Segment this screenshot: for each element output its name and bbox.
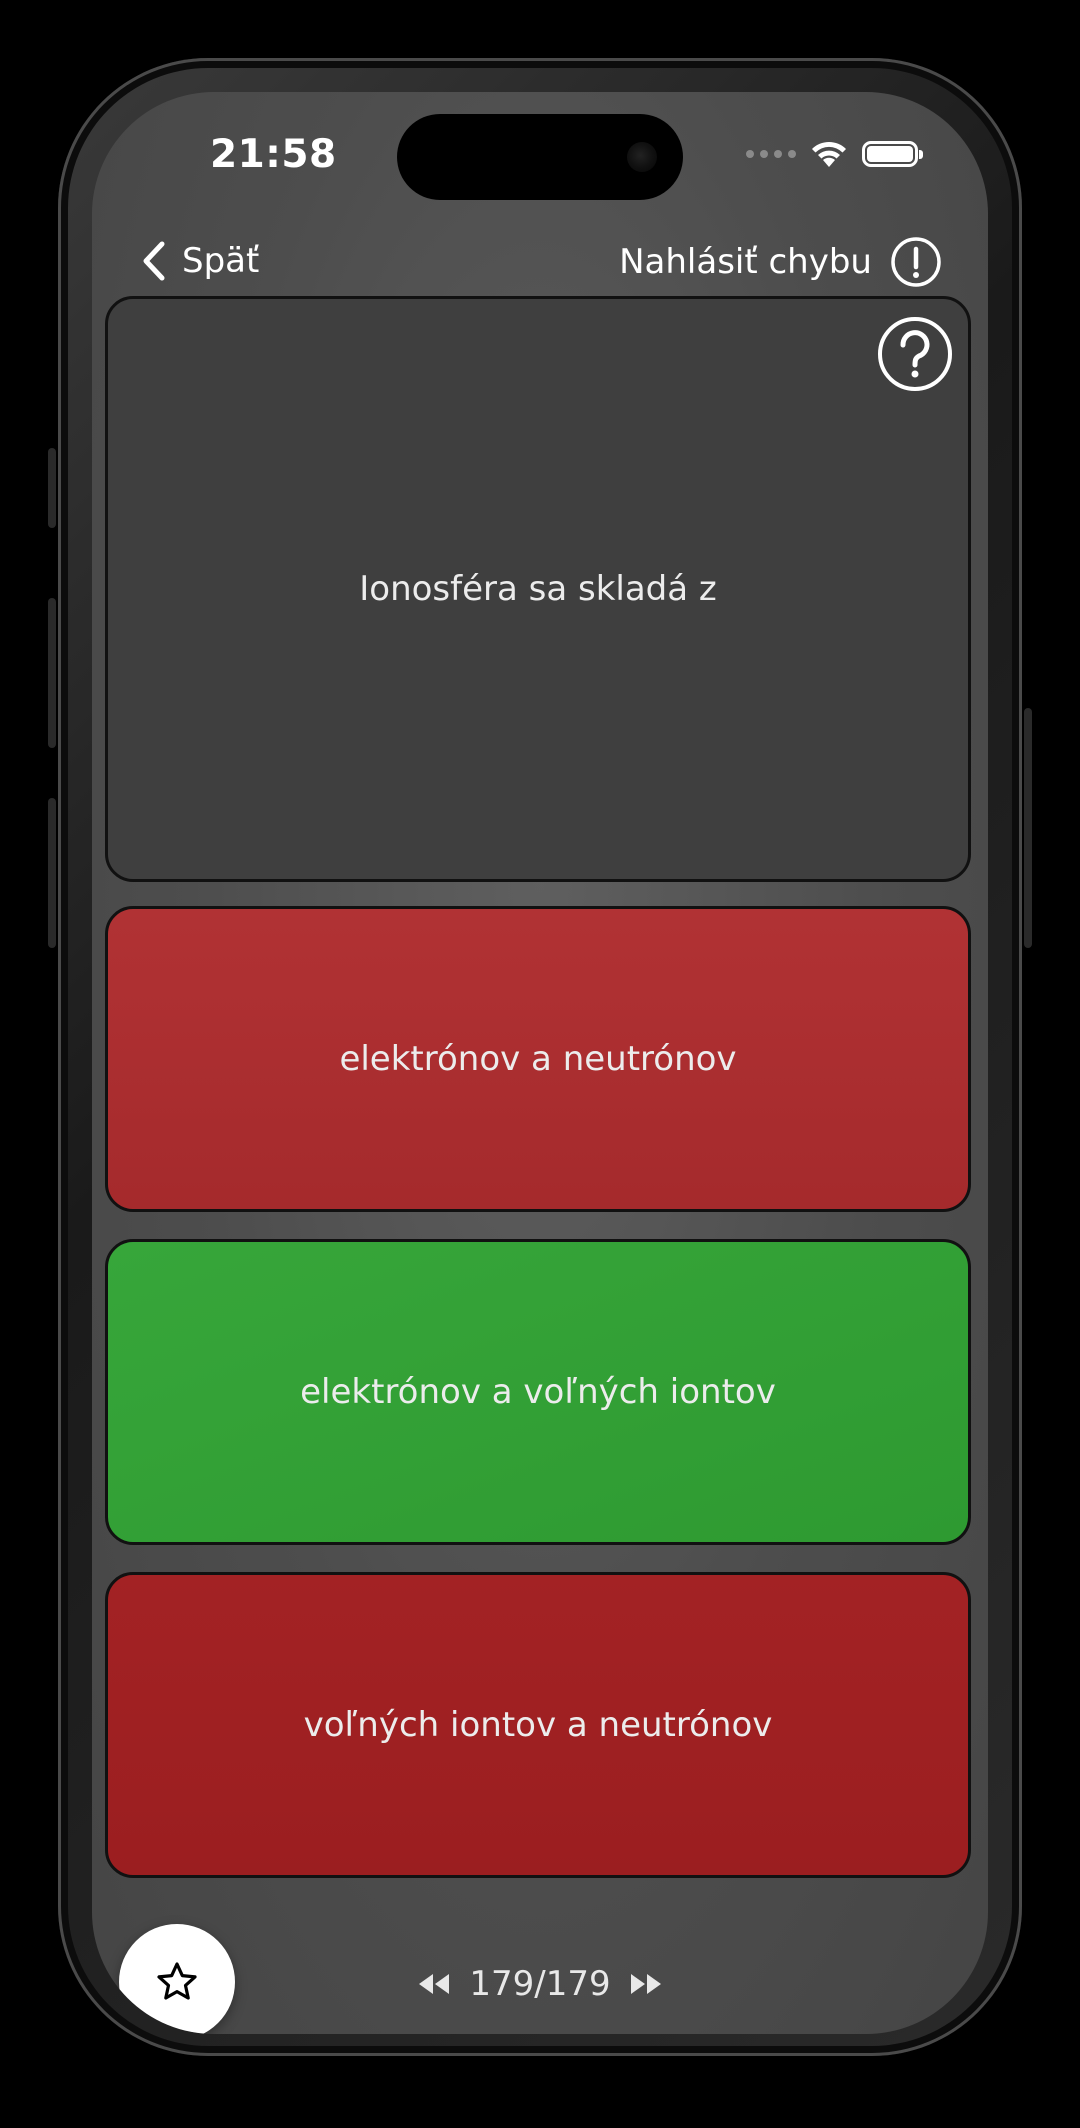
battery-icon [862, 141, 923, 167]
power-button [1024, 708, 1032, 948]
answer-option-2[interactable]: elektrónov a voľných iontov [105, 1239, 971, 1545]
footer-bar: 179/179 [92, 1892, 988, 2034]
question-circle-icon [878, 317, 952, 391]
question-text: Ionosféra sa skladá z [359, 569, 717, 609]
answer-option-3[interactable]: voľných iontov a neutrónov [105, 1572, 971, 1878]
answer-option-1[interactable]: elektrónov a neutrónov [105, 906, 971, 1212]
rewind-icon [419, 1974, 450, 1994]
help-button[interactable] [876, 315, 954, 402]
volume-up-button [48, 598, 56, 748]
status-indicators [746, 136, 923, 172]
back-label: Späť [182, 241, 260, 281]
fast-forward-icon [630, 1974, 661, 1994]
back-button[interactable]: Späť [142, 240, 259, 282]
next-button[interactable] [629, 1972, 663, 1996]
previous-button[interactable] [417, 1972, 451, 1996]
report-error-button[interactable]: Nahlásiť chybu [619, 236, 942, 288]
page-counter: 179/179 [469, 1964, 611, 2004]
chevron-left-icon [143, 241, 165, 281]
cellular-signal-icon [746, 150, 796, 158]
volume-down-button [48, 798, 56, 948]
answer-text: voľných iontov a neutrónov [303, 1705, 773, 1745]
answer-text: elektrónov a neutrónov [339, 1039, 737, 1079]
camera-icon [627, 142, 657, 172]
action-button [48, 448, 56, 528]
answer-text: elektrónov a voľných iontov [300, 1372, 776, 1412]
report-error-label: Nahlásiť chybu [619, 242, 872, 282]
pager: 179/179 [92, 1964, 988, 2004]
app-screen: 21:58 Späť Nahlásiť chybu Ionosféra sa s… [92, 92, 988, 2034]
wifi-icon [812, 141, 846, 167]
status-time: 21:58 [210, 132, 337, 177]
question-card: Ionosféra sa skladá z [105, 296, 971, 882]
exclamation-circle-icon [891, 237, 941, 287]
dynamic-island [397, 114, 683, 200]
